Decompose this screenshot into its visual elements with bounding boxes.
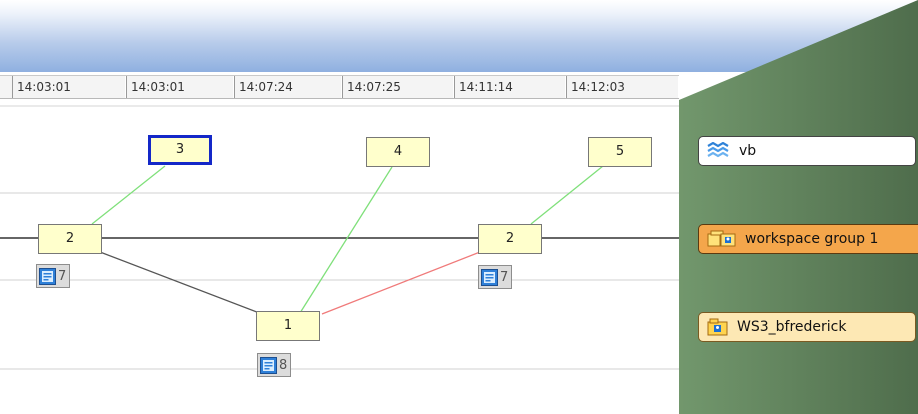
- edge-2-to-3: [91, 165, 166, 225]
- version-node-2-right[interactable]: 2: [478, 224, 542, 254]
- version-node-5[interactable]: 5: [588, 137, 652, 167]
- version-node-3[interactable]: 3: [148, 135, 212, 165]
- workspace-group-icon: [707, 230, 736, 247]
- tag-workspace-user[interactable]: WS3_bfrederick: [698, 312, 916, 342]
- edge-1-to-2: [321, 251, 481, 315]
- document-icon: [39, 267, 56, 285]
- version-node-1[interactable]: 1: [256, 311, 320, 341]
- document-count: 7: [500, 269, 509, 285]
- workflow-graph-view: 14:03:01 14:03:01 14:07:24 14:07:25 14:1…: [0, 0, 918, 414]
- vb-waves-icon: [707, 142, 729, 158]
- document-badge-3[interactable]: 8: [257, 353, 292, 377]
- tag-label: workspace group 1: [745, 231, 879, 247]
- version-node-2-left[interactable]: 2: [38, 224, 102, 254]
- tag-label: WS3_bfrederick: [737, 319, 847, 335]
- graph-canvas: [0, 105, 679, 370]
- document-badge-2[interactable]: 7: [478, 265, 513, 289]
- edge-1-to-4: [299, 166, 393, 314]
- edge-2-to-5: [530, 165, 604, 225]
- document-badge-1[interactable]: 7: [36, 264, 71, 288]
- document-icon: [481, 268, 498, 286]
- version-node-4[interactable]: 4: [366, 137, 430, 167]
- tag-vb[interactable]: vb: [698, 136, 916, 166]
- tag-workspace-group[interactable]: workspace group 1: [698, 224, 918, 254]
- tag-label: vb: [739, 143, 757, 159]
- edge-2-to-1: [99, 251, 263, 315]
- document-count: 8: [279, 357, 288, 373]
- workspace-user-icon: [707, 318, 728, 336]
- document-icon: [260, 356, 277, 374]
- document-count: 7: [58, 268, 67, 284]
